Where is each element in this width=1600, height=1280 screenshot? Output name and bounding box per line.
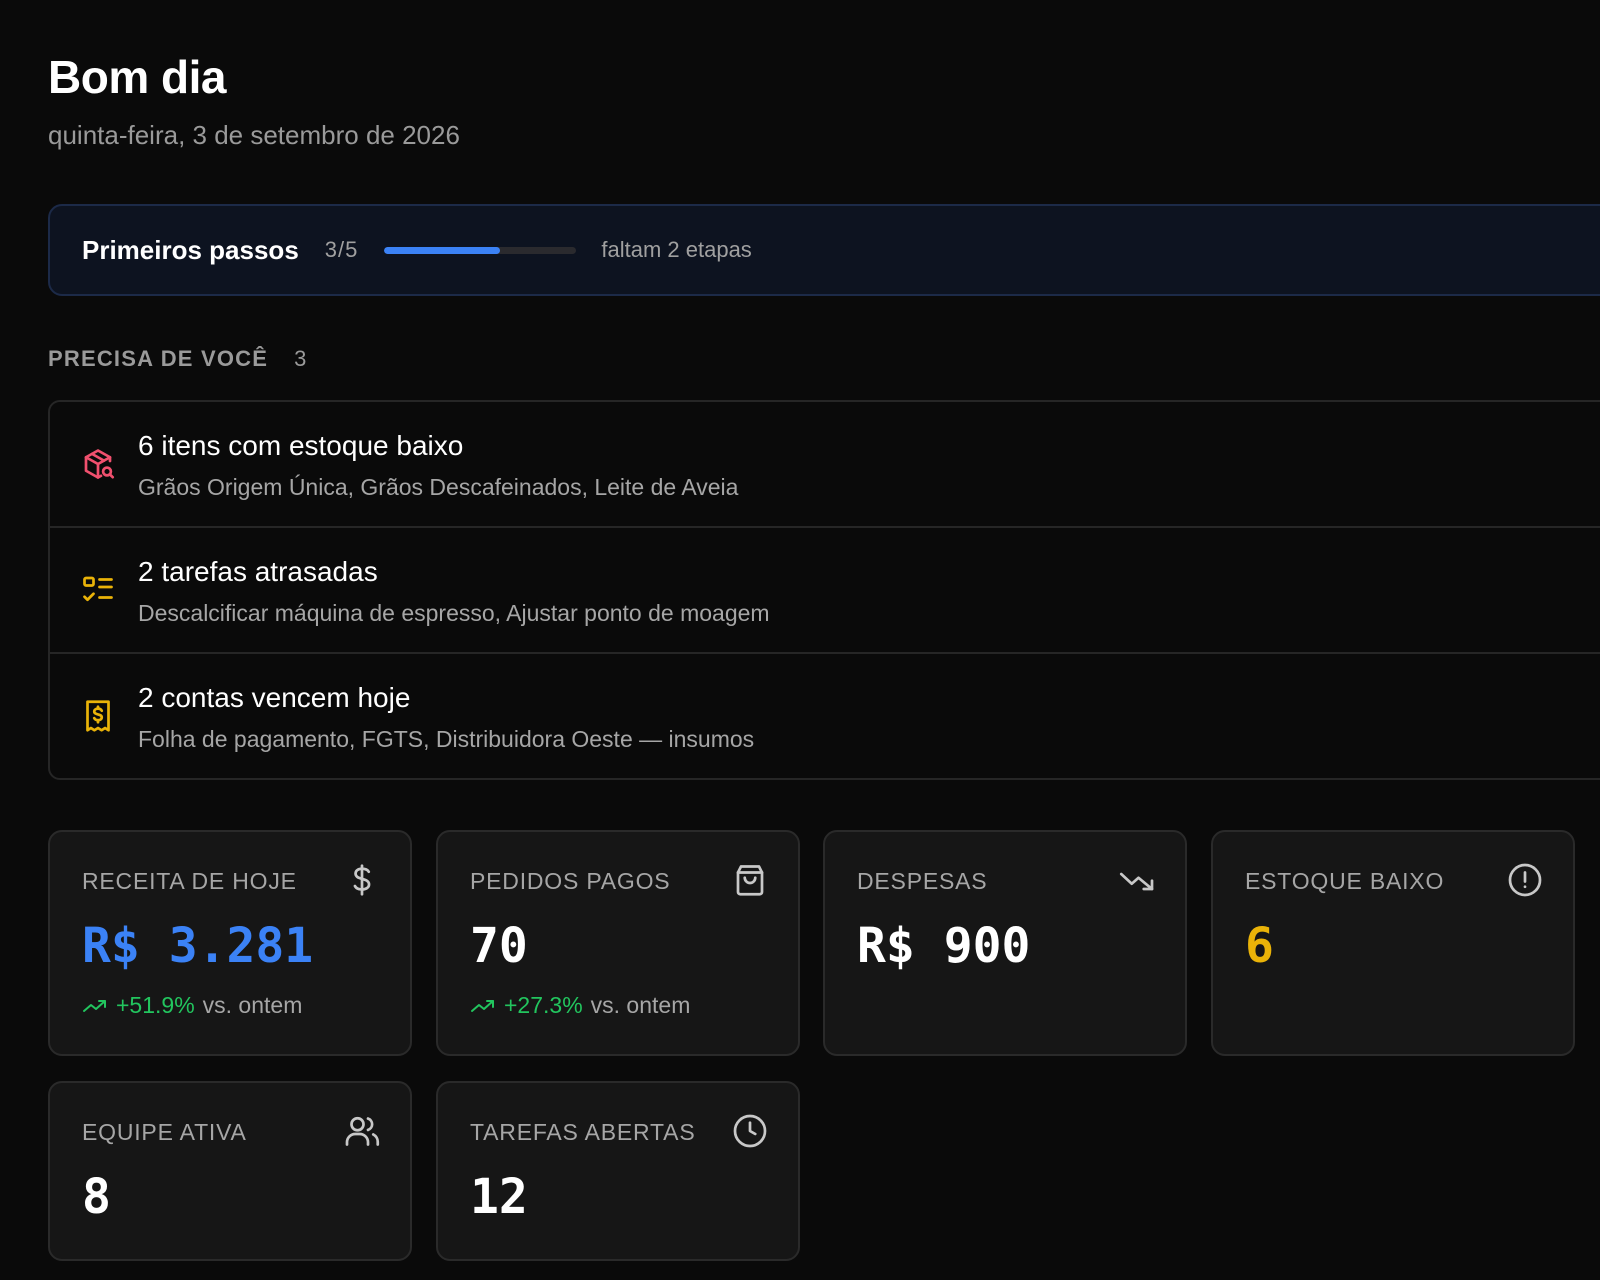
stat-label: DESPESAS xyxy=(857,868,988,894)
dashboard-page: Bom dia quinta-feira, 3 de setembro de 2… xyxy=(0,0,1600,1280)
task-list-icon xyxy=(83,576,113,602)
stat-card-revenue[interactable]: RECEITA DE HOJE R$ 3.281 +51.9% vs. onte… xyxy=(48,830,412,1056)
trending-down-icon xyxy=(1119,872,1154,891)
page-title: Bom dia xyxy=(48,51,226,103)
attention-item-bills-due[interactable]: 2 contas vencem hoje Folha de pagamento,… xyxy=(50,654,1600,780)
stat-card-expenses[interactable]: DESPESAS R$ 900 xyxy=(823,830,1187,1056)
users-icon xyxy=(345,1116,380,1146)
stat-value: 12 xyxy=(470,1169,528,1225)
trend-delta: +51.9% xyxy=(116,992,195,1018)
trending-up-icon xyxy=(471,999,494,1012)
trend-reference: vs. ontem xyxy=(590,992,691,1018)
stat-label: TAREFAS ABERTAS xyxy=(470,1119,696,1145)
shopping-bag-icon xyxy=(736,865,764,896)
section-count: 3 xyxy=(294,346,307,371)
stat-value: 8 xyxy=(82,1169,111,1225)
attention-item-low-stock[interactable]: 6 itens com estoque baixo Grãos Origem Ú… xyxy=(50,402,1600,528)
attention-item-subtitle: Folha de pagamento, FGTS, Distribuidora … xyxy=(138,726,755,752)
trend-reference: vs. ontem xyxy=(202,992,303,1018)
attention-item-subtitle: Grãos Origem Única, Grãos Descafeinados,… xyxy=(138,474,739,500)
stat-label: EQUIPE ATIVA xyxy=(82,1119,247,1145)
onboarding-step-count: 3/5 xyxy=(324,237,359,262)
stat-label: RECEITA DE HOJE xyxy=(82,868,297,894)
onboarding-progress-fill xyxy=(384,246,500,254)
alert-circle-icon xyxy=(1508,863,1542,897)
onboarding-progress-bar xyxy=(384,246,577,254)
onboarding-title: Primeiros passos xyxy=(82,234,299,265)
stat-value: 6 xyxy=(1245,918,1274,974)
clock-icon xyxy=(733,1114,767,1148)
stat-card-low-stock[interactable]: ESTOQUE BAIXO 6 xyxy=(1211,830,1575,1056)
stat-label: ESTOQUE BAIXO xyxy=(1245,868,1445,894)
stat-value: R$ 3.281 xyxy=(82,918,314,974)
attention-item-title: 2 contas vencem hoje xyxy=(138,682,411,713)
section-title: PRECISA DE VOCÊ xyxy=(48,346,269,371)
attention-item-title: 2 tarefas atrasadas xyxy=(138,556,378,587)
stat-card-paid-orders[interactable]: PEDIDOS PAGOS 70 +27.3% vs. ontem xyxy=(436,830,800,1056)
stat-label: PEDIDOS PAGOS xyxy=(470,868,671,894)
stat-value: R$ 900 xyxy=(857,918,1031,974)
attention-list: 6 itens com estoque baixo Grãos Origem Ú… xyxy=(48,400,1600,780)
onboarding-banner[interactable]: Primeiros passos 3/5 faltam 2 etapas xyxy=(48,204,1600,296)
stat-value: 70 xyxy=(470,918,528,974)
stat-trend: +51.9% vs. ontem xyxy=(82,992,302,1019)
stat-card-active-team[interactable]: EQUIPE ATIVA 8 xyxy=(48,1081,412,1261)
stat-card-open-tasks[interactable]: TAREFAS ABERTAS 12 xyxy=(436,1081,800,1261)
attention-item-overdue-tasks[interactable]: 2 tarefas atrasadas Descalcificar máquin… xyxy=(50,528,1600,654)
current-date: quinta-feira, 3 de setembro de 2026 xyxy=(48,120,460,150)
package-search-icon xyxy=(84,449,115,479)
onboarding-remaining: faltam 2 etapas xyxy=(601,237,752,262)
attention-section-header: PRECISA DE VOCÊ 3 xyxy=(48,346,306,372)
stat-trend: +27.3% vs. ontem xyxy=(470,992,690,1019)
trending-up-icon xyxy=(83,999,106,1012)
dollar-icon xyxy=(353,864,371,896)
trend-delta: +27.3% xyxy=(504,992,583,1018)
attention-item-title: 6 itens com estoque baixo xyxy=(138,430,464,461)
attention-item-subtitle: Descalcificar máquina de espresso, Ajust… xyxy=(138,600,770,626)
receipt-icon xyxy=(86,700,110,732)
